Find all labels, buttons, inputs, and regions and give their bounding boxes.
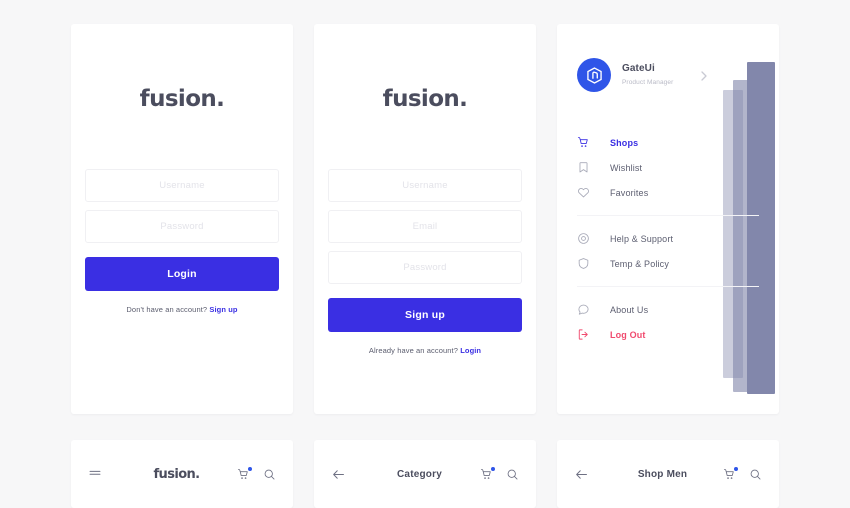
arrow-left-icon: [576, 469, 587, 479]
home-navbar-card: fusion.: [71, 440, 293, 508]
brand-logo: fusion.: [382, 86, 468, 112]
navbar-title-slot: fusion.: [116, 467, 237, 482]
username-placeholder: Username: [402, 180, 448, 191]
bookmark-icon: [577, 161, 599, 174]
menu-item-label: Favorites: [610, 187, 649, 198]
hamburger-menu-button[interactable]: [88, 467, 116, 481]
search-button[interactable]: [506, 468, 519, 481]
menu-group-3: About Us Log Out: [557, 297, 779, 347]
chevron-right-icon: [701, 71, 707, 81]
cart-button[interactable]: [480, 466, 495, 481]
back-button[interactable]: [574, 467, 602, 482]
menu-group-2: Help & Support Temp & Policy: [557, 226, 779, 276]
menu-divider: [577, 286, 759, 287]
login-footer-text: Don't have an account?: [126, 305, 208, 314]
hamburger-menu-icon: [89, 470, 101, 475]
cart-button[interactable]: [237, 466, 252, 481]
navbar: Category: [314, 440, 536, 508]
menu-item-label: About Us: [610, 304, 649, 315]
navbar-title-slot: Category: [359, 469, 480, 480]
profile-header[interactable]: GateUi Product Manager: [557, 24, 779, 92]
signup-link[interactable]: Sign up: [209, 305, 237, 314]
login-footer: Don't have an account? Sign up: [126, 305, 237, 314]
hexagon-logo-icon: [586, 66, 602, 84]
menu-item-label: Help & Support: [610, 233, 674, 244]
username-field[interactable]: Username: [85, 169, 279, 202]
screen-mockup-board: fusion. Username Password Login Don't ha…: [0, 0, 850, 508]
login-link[interactable]: Login: [460, 346, 481, 355]
menu-item-label: Shops: [610, 137, 639, 148]
navbar-actions: [237, 466, 276, 481]
menu-item-temp-policy[interactable]: Temp & Policy: [577, 251, 779, 276]
menu-list: Shops Wishlist Favorites Help & Support …: [557, 130, 779, 347]
menu-item-label: Temp & Policy: [610, 258, 669, 269]
back-button[interactable]: [331, 467, 359, 482]
search-button[interactable]: [263, 468, 276, 481]
navbar-actions: [480, 466, 519, 481]
search-icon: [507, 469, 518, 479]
login-screen-card: fusion. Username Password Login Don't ha…: [71, 24, 293, 414]
login-button[interactable]: Login: [85, 257, 279, 291]
search-icon: [750, 469, 761, 479]
profile-role: Product Manager: [622, 78, 674, 86]
password-placeholder: Password: [160, 221, 204, 232]
menu-item-label: Log Out: [610, 329, 646, 340]
signup-screen-card: fusion. Username Email Password Sign up …: [314, 24, 536, 414]
shield-icon: [577, 257, 599, 270]
login-form: Username Password: [85, 169, 279, 251]
navbar: fusion.: [71, 440, 293, 508]
profile-name: GateUi: [622, 63, 655, 75]
shop-men-navbar-card: Shop Men: [557, 440, 779, 508]
menu-item-label: Wishlist: [610, 162, 643, 173]
navbar-title-slot: Shop Men: [602, 469, 723, 480]
email-field[interactable]: Email: [328, 210, 522, 243]
search-button[interactable]: [749, 468, 762, 481]
navbar-actions: [723, 466, 762, 481]
password-field[interactable]: Password: [328, 251, 522, 284]
profile-menu-screen-card: GateUi Product Manager Shops Wishlist Fa…: [557, 24, 779, 414]
arrow-left-icon: [333, 469, 344, 479]
menu-item-favorites[interactable]: Favorites: [577, 180, 779, 205]
menu-group-1: Shops Wishlist Favorites: [557, 130, 779, 205]
username-placeholder: Username: [159, 180, 205, 191]
menu-item-help-support[interactable]: Help & Support: [577, 226, 779, 251]
password-placeholder: Password: [403, 262, 447, 273]
menu-item-shops[interactable]: Shops: [577, 130, 779, 155]
logout-icon: [577, 328, 599, 341]
page-title: Category: [397, 468, 442, 480]
help-circle-icon: [577, 232, 599, 245]
profile-info: GateUi Product Manager: [622, 63, 673, 87]
signup-footer: Already have an account? Login: [369, 346, 481, 355]
navbar: Shop Men: [557, 440, 779, 508]
signup-button[interactable]: Sign up: [328, 298, 522, 332]
page-title: Shop Men: [637, 468, 688, 480]
search-icon: [264, 469, 275, 479]
avatar: [577, 58, 611, 92]
menu-divider: [577, 215, 759, 216]
signup-footer-text: Already have an account?: [368, 346, 459, 355]
email-placeholder: Email: [412, 221, 438, 232]
heart-icon: [577, 186, 599, 199]
username-field[interactable]: Username: [328, 169, 522, 202]
cart-badge: [491, 466, 495, 471]
menu-item-wishlist[interactable]: Wishlist: [577, 155, 779, 180]
chat-bubble-icon: [577, 303, 599, 316]
cart-badge: [734, 466, 738, 471]
brand-logo: fusion.: [153, 466, 200, 482]
brand-logo: fusion.: [139, 86, 225, 112]
profile-chevron-button[interactable]: [699, 69, 709, 87]
cart-badge: [248, 466, 252, 471]
menu-item-log-out[interactable]: Log Out: [577, 322, 779, 347]
menu-item-about-us[interactable]: About Us: [577, 297, 779, 322]
cart-button[interactable]: [723, 466, 738, 481]
signup-form: Username Email Password: [328, 169, 522, 292]
category-navbar-card: Category: [314, 440, 536, 508]
password-field[interactable]: Password: [85, 210, 279, 243]
cart-icon: [577, 136, 599, 149]
